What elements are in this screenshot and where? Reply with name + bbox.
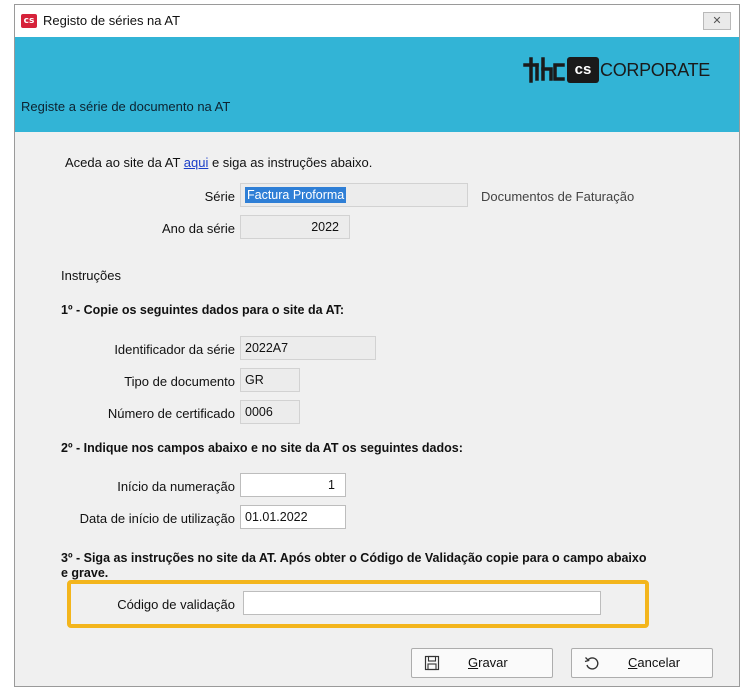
cancelar-label: Cancelar (628, 655, 681, 670)
logo-cs-mark: cs (567, 57, 599, 83)
certificado-label: Número de certificado (107, 406, 235, 421)
intro-text: Aceda ao site da AT aqui e siga as instr… (65, 155, 372, 170)
header-banner: cs CORPORATE Registe a série de document… (15, 37, 739, 132)
serie-label: Série (204, 189, 235, 204)
step1-title: 1º - Copie os seguintes dados para o sit… (61, 303, 345, 317)
data-inicio-label: Data de início de utilização (79, 511, 235, 526)
ano-label: Ano da série (162, 221, 235, 236)
phc-logo-icon (523, 57, 565, 83)
phc-cs-corporate-logo: cs CORPORATE (523, 53, 733, 87)
app-icon: cs (21, 14, 37, 28)
serie-value: Factura Proforma (245, 187, 347, 203)
aqui-link[interactable]: aqui (184, 155, 209, 170)
close-button[interactable]: ✕ (703, 12, 731, 30)
undo-icon (584, 657, 599, 670)
window-title: Registo de séries na AT (43, 13, 181, 28)
certificado-field[interactable]: 0006 (240, 400, 300, 424)
tipo-documento-label: Tipo de documento (124, 374, 235, 389)
tipo-documento-field[interactable]: GR (240, 368, 300, 392)
intro-text-after: e siga as instruções abaixo. (208, 155, 373, 170)
serie-note: Documentos de Faturação (481, 189, 635, 204)
gravar-label: Gravar (468, 655, 508, 670)
step2-title: 2º - Indique nos campos abaixo e no site… (61, 441, 463, 455)
identificador-label: Identificador da série (114, 342, 235, 357)
inicio-numeracao-label: Início da numeração (117, 479, 235, 494)
identificador-field[interactable]: 2022A7 (240, 336, 376, 360)
data-inicio-input[interactable]: 01.01.2022 (240, 505, 346, 529)
step3-title-line1: 3º - Siga as instruções no site da AT. A… (61, 551, 647, 565)
banner-subtitle: Registe a série de documento na AT (21, 99, 231, 114)
save-icon (424, 655, 440, 671)
logo-corporate-text: CORPORATE (600, 60, 710, 80)
cancelar-button[interactable]: Cancelar (571, 648, 713, 678)
serie-field[interactable]: Factura Proforma (240, 183, 468, 207)
step3-title-line2: e grave. (61, 566, 109, 580)
instrucoes-heading: Instruções (61, 268, 121, 283)
ano-field[interactable]: 2022 (240, 215, 350, 239)
dialog-window: cs Registo de séries na AT ✕ cs CORPORAT… (14, 4, 740, 687)
inicio-numeracao-input[interactable]: 1 (240, 473, 346, 497)
codigo-validacao-input[interactable] (243, 591, 601, 615)
codigo-validacao-label: Código de validação (117, 597, 235, 612)
gravar-button[interactable]: Gravar (411, 648, 553, 678)
intro-text-before: Aceda ao site da AT (65, 155, 184, 170)
title-bar: cs Registo de séries na AT ✕ (15, 5, 739, 37)
